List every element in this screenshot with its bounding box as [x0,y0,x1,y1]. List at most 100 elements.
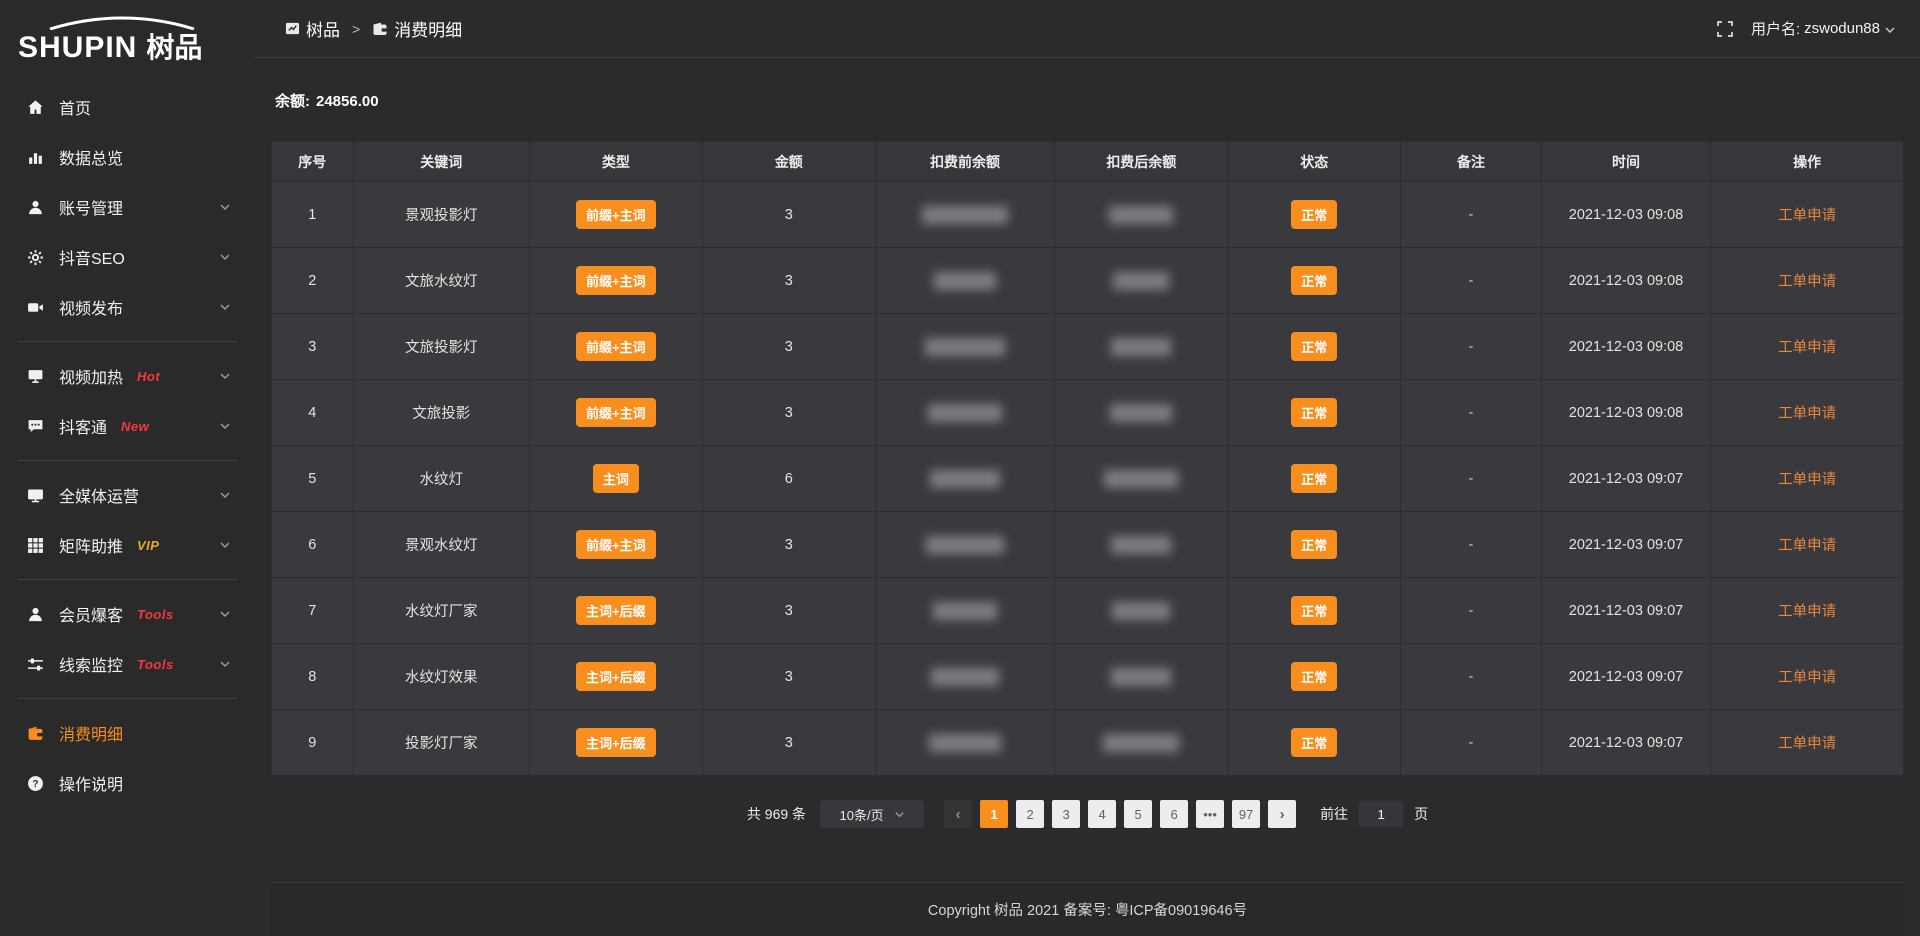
page-size-select[interactable]: 10条/页 [820,800,924,828]
sidebar-item-label: 数据总览 [59,145,123,169]
cell-type: 主词+后缀 [529,644,702,710]
chart-icon [26,148,44,166]
page-button-5[interactable]: 5 [1124,800,1152,828]
sidebar-item-user[interactable]: 账号管理 [0,182,255,232]
monitor-icon [26,486,44,504]
ticket-apply-link[interactable]: 工单申请 [1778,472,1836,488]
cell-amount: 3 [702,380,875,446]
sidebar-item-member[interactable]: 会员爆客Tools [0,589,255,639]
prev-page-button[interactable]: ‹ [944,800,972,828]
masked-balance-after [1111,338,1171,356]
sidebar-item-chat[interactable]: 抖客通New [0,401,255,451]
type-badge: 前缀+主词 [576,530,656,559]
sidebar-item-home[interactable]: 首页 [0,82,255,132]
ticket-apply-link[interactable]: 工单申请 [1778,604,1836,620]
cell-seq: 7 [272,578,354,644]
sidebar-item-question[interactable]: ?操作说明 [0,758,255,808]
cell-remark: - [1401,710,1541,776]
ticket-apply-link[interactable]: 工单申请 [1778,208,1836,224]
breadcrumb-root[interactable]: 树品 [306,16,340,41]
page-button-1[interactable]: 1 [980,800,1008,828]
sidebar-item-wallet[interactable]: 消费明细 [0,708,255,758]
cell-balance_before [875,380,1055,446]
sidebar-item-screen-play[interactable]: 视频加热Hot [0,351,255,401]
cell-remark: - [1401,314,1541,380]
next-page-button[interactable]: › [1268,800,1296,828]
chevron-down-icon [219,489,231,501]
column-header-amount: 金额 [702,142,875,182]
page-button-97[interactable]: 97 [1232,800,1260,828]
status-badge: 正常 [1291,332,1337,361]
balance-value: 24856.00 [316,93,379,110]
type-badge: 前缀+主词 [576,332,656,361]
sidebar-item-badge: Tools [137,607,174,622]
cell-time: 2021-12-03 09:08 [1541,380,1711,446]
cell-amount: 3 [702,512,875,578]
remark-text: - [1469,405,1474,421]
cell-keyword: 水纹灯厂家 [353,578,529,644]
column-header-type: 类型 [529,142,702,182]
ticket-apply-link[interactable]: 工单申请 [1778,736,1836,752]
ticket-apply-link[interactable]: 工单申请 [1778,538,1836,554]
sidebar-item-badge: Tools [137,657,174,672]
fullscreen-icon[interactable] [1717,21,1733,37]
page-button-2[interactable]: 2 [1016,800,1044,828]
sliders-icon [26,655,44,673]
cell-balance_after [1055,182,1228,248]
cell-amount: 3 [702,314,875,380]
remark-text: - [1469,735,1474,751]
sidebar-item-sliders[interactable]: 线索监控Tools [0,639,255,689]
page-button-6[interactable]: 6 [1160,800,1188,828]
cell-amount: 6 [702,446,875,512]
chevron-down-icon [219,658,231,670]
cell-status: 正常 [1228,512,1401,578]
sidebar-item-label: 操作说明 [59,771,123,795]
remark-text: - [1469,669,1474,685]
cell-balance_before [875,644,1055,710]
masked-balance-before [933,602,997,620]
sidebar-item-label: 首页 [59,95,91,119]
ticket-apply-link[interactable]: 工单申请 [1778,340,1836,356]
masked-balance-after [1111,668,1171,686]
logo-text-cn: 树品 [146,26,202,66]
cell-balance_before [875,314,1055,380]
status-badge: 正常 [1291,728,1337,757]
masked-balance-before [928,404,1002,422]
masked-balance-before [925,338,1005,356]
breadcrumb-wallet-icon [372,21,388,37]
remark-text: - [1469,537,1474,553]
cell-type: 前缀+主词 [529,314,702,380]
ticket-apply-link[interactable]: 工单申请 [1778,670,1836,686]
more-pages-button[interactable]: ••• [1196,800,1224,828]
masked-balance-after [1110,404,1172,422]
cell-balance_before [875,578,1055,644]
ticket-apply-link[interactable]: 工单申请 [1778,274,1836,290]
sidebar-item-grid[interactable]: 矩阵助推VIP [0,520,255,570]
chevron-down-icon [219,608,231,620]
main-area: 树品 > 消费明细 用户名: zswodun88 余额:24856.00 [255,0,1920,936]
user-menu[interactable]: 用户名: zswodun88 [1751,18,1896,39]
breadcrumb-current: 消费明细 [394,16,462,41]
cell-type: 前缀+主词 [529,248,702,314]
cell-balance_before [875,182,1055,248]
page-button-3[interactable]: 3 [1052,800,1080,828]
sidebar-item-video[interactable]: 视频发布 [0,282,255,332]
status-badge: 正常 [1291,596,1337,625]
cell-status: 正常 [1228,380,1401,446]
cell-time: 2021-12-03 09:08 [1541,314,1711,380]
cell-status: 正常 [1228,644,1401,710]
cell-action: 工单申请 [1711,248,1904,314]
sidebar-item-monitor[interactable]: 全媒体运营 [0,470,255,520]
cell-remark: - [1401,182,1541,248]
sidebar-item-chart[interactable]: 数据总览 [0,132,255,182]
page-button-4[interactable]: 4 [1088,800,1116,828]
pagination-total: 共 969 条 [747,804,806,824]
ticket-apply-link[interactable]: 工单申请 [1778,406,1836,422]
sidebar-item-gear[interactable]: 抖音SEO [0,232,255,282]
content: 余额:24856.00 序号关键词类型金额扣费前余额扣费后余额状态备注时间操作 … [255,58,1920,936]
table-row: 6景观水纹灯前缀+主词3正常-2021-12-03 09:07工单申请 [272,512,1904,578]
footer: Copyright 树品 2021 备案号: 粤ICP备09019646号 [271,882,1904,936]
chevron-down-icon [219,301,231,313]
pagination-goto: 前往 页 [1320,800,1428,828]
goto-page-input[interactable] [1358,800,1404,828]
